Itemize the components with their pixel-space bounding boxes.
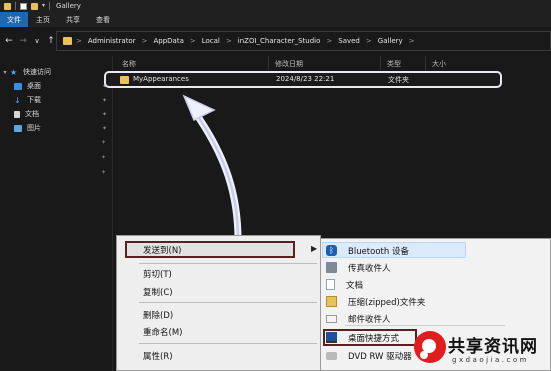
column-header-modified[interactable]: 修改日期 (275, 59, 303, 69)
file-modified: 2024/8/23 22:21 (276, 75, 335, 83)
watermark-title: 共享资讯网 (448, 337, 538, 357)
forward-arrow-icon[interactable]: → (16, 36, 30, 46)
menu-item-copy[interactable]: 复制(C) (143, 286, 173, 298)
breadcrumb-separator: > (141, 37, 148, 45)
tab-file[interactable]: 文件 (0, 12, 28, 27)
menu-item-properties[interactable]: 属性(R) (143, 350, 173, 362)
pin-icon[interactable]: ✦ (102, 111, 107, 118)
breadcrumb-appdata[interactable]: AppData (153, 37, 183, 45)
breadcrumb-separator: > (365, 37, 372, 45)
column-header-name[interactable]: 名称 (122, 59, 136, 69)
file-type: 文件夹 (388, 76, 409, 84)
sidebar-item-downloads[interactable]: ↓ 下载 ✦ (0, 93, 113, 107)
breadcrumb-separator: > (408, 37, 415, 45)
file-name: MyAppearances (133, 75, 189, 83)
sidebar-item-quick-access[interactable]: ▾ ★ 快速访问 (0, 65, 113, 79)
bluetooth-icon: ᛒ (326, 245, 337, 256)
divider (15, 2, 16, 10)
column-header-size[interactable]: 大小 (432, 59, 446, 69)
tab-view[interactable]: 查看 (88, 12, 118, 27)
zip-folder-icon (326, 296, 337, 307)
sidebar-item-label: 图片 (27, 124, 41, 132)
folder-icon (63, 37, 72, 45)
folder-icon (120, 76, 129, 84)
breadcrumb-separator: > (225, 37, 232, 45)
divider (49, 2, 51, 10)
title-bar: ▾ Gallery (0, 0, 551, 12)
folder-icon[interactable] (4, 2, 11, 10)
desktop-icon (14, 82, 22, 90)
divider (139, 263, 317, 264)
watermark-logo (414, 331, 446, 363)
annotation-arrow (182, 94, 242, 244)
pin-icon[interactable]: ✦ (101, 169, 106, 176)
pin-icon[interactable]: ✦ (101, 139, 106, 146)
menu-item-send-to[interactable]: 发送到(N) (143, 244, 182, 256)
breadcrumb-administrator[interactable]: Administrator (88, 37, 136, 45)
divider[interactable] (380, 56, 381, 70)
submenu-item-bluetooth[interactable]: ᛒ Bluetooth 设备 (321, 242, 551, 259)
tab-share[interactable]: 共享 (58, 12, 88, 27)
breadcrumb-separator: > (189, 37, 196, 45)
divider[interactable] (268, 56, 269, 70)
fax-icon (326, 262, 337, 273)
menu-item-delete[interactable]: 删除(D) (143, 309, 173, 321)
table-row[interactable]: MyAppearances 2024/8/23 22:21 文件夹 (104, 71, 502, 88)
address-bar[interactable]: > Administrator > AppData > Local > inZO… (56, 31, 551, 51)
submenu-item-zip[interactable]: 压缩(zipped)文件夹 (321, 293, 551, 310)
desktop-shortcut-icon (326, 332, 337, 343)
mail-icon (326, 314, 337, 323)
breadcrumb-inzoi[interactable]: inZOI_Character_Studio (238, 37, 321, 45)
divider (139, 343, 317, 344)
sidebar-item-documents[interactable]: 文档 ✦ (0, 107, 113, 121)
properties-icon[interactable] (20, 2, 27, 10)
column-header-type[interactable]: 类型 (387, 59, 401, 69)
breadcrumb-gallery[interactable]: Gallery (378, 37, 403, 45)
tab-home[interactable]: 主页 (28, 12, 58, 27)
sidebar-item-label: 桌面 (27, 82, 41, 90)
navigation-sidebar: ▾ ★ 快速访问 桌面 ✦ ↓ 下载 ✦ 文档 ✦ 图片 ✦ ✦ ✦ ✦ (0, 56, 113, 371)
download-icon: ↓ (14, 95, 21, 105)
context-menu: 发送到(N) ▶ 剪切(T) 复制(C) 删除(D) 重命名(M) 属性(R) (116, 235, 321, 371)
menu-item-rename[interactable]: 重命名(M) (143, 326, 182, 338)
picture-icon (14, 124, 22, 132)
recent-dropdown-icon[interactable]: ∨ (30, 37, 44, 45)
pin-icon[interactable]: ✦ (102, 125, 107, 132)
sidebar-item-label: 快速访问 (23, 68, 51, 76)
divider (139, 302, 317, 303)
chevron-right-icon: ▶ (311, 244, 318, 253)
dvd-drive-icon (326, 351, 337, 360)
sidebar-item-pictures[interactable]: 图片 ✦ (0, 121, 113, 135)
pin-icon[interactable]: ✦ (101, 154, 106, 161)
sidebar-item-desktop[interactable]: 桌面 ✦ (0, 79, 113, 93)
breadcrumb-saved[interactable]: Saved (338, 37, 360, 45)
breadcrumb-separator: > (76, 37, 82, 45)
menu-item-cut[interactable]: 剪切(T) (143, 268, 172, 280)
new-folder-icon[interactable] (31, 2, 38, 10)
window-title: Gallery (56, 2, 81, 10)
submenu-item-fax[interactable]: 传真收件人 (321, 259, 551, 276)
document-icon (326, 279, 335, 290)
breadcrumb-local[interactable]: Local (202, 37, 220, 45)
star-icon: ★ (10, 67, 18, 77)
back-arrow-icon[interactable]: ← (2, 36, 16, 46)
chevron-down-icon[interactable]: ▾ (0, 69, 10, 76)
ribbon-tabs: 文件 主页 共享 查看 (0, 12, 551, 27)
document-icon (14, 110, 20, 118)
divider (345, 325, 505, 326)
breadcrumb-separator: > (326, 37, 333, 45)
watermark: 共享资讯网 gxdaojia.com (400, 327, 551, 371)
watermark-subtitle: gxdaojia.com (452, 356, 529, 364)
sidebar-item-label: 文档 (25, 110, 39, 118)
sidebar-item-label: 下载 (27, 96, 41, 104)
divider[interactable] (425, 56, 426, 70)
chevron-down-icon[interactable]: ▾ (42, 3, 45, 9)
submenu-item-documents[interactable]: 文档 (321, 276, 551, 293)
pin-icon[interactable]: ✦ (102, 97, 107, 104)
